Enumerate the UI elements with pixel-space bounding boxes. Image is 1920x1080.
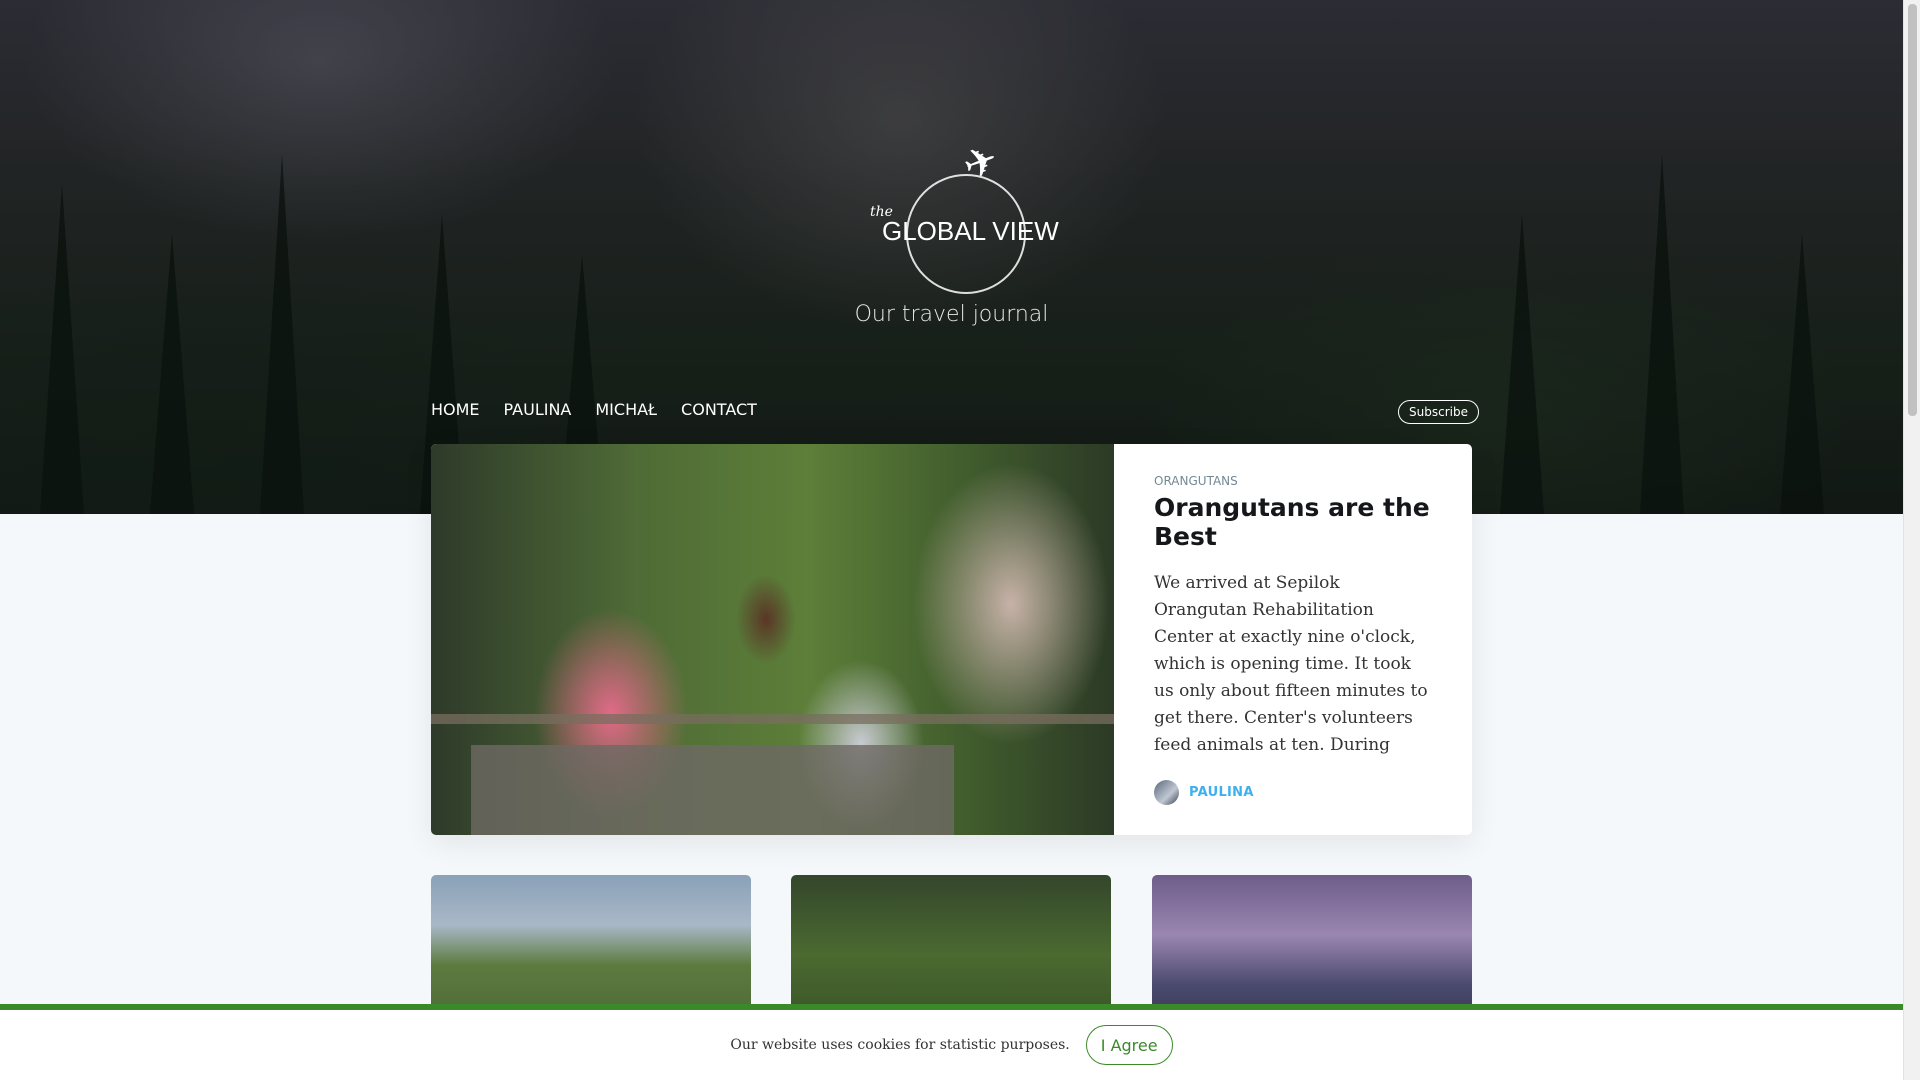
nav-paulina[interactable]: PAULINA <box>504 400 572 419</box>
featured-post-card[interactable]: ORANGUTANS Orangutans are the Best We ar… <box>431 444 1472 835</box>
tree-silhouette <box>150 234 194 514</box>
nav-home[interactable]: HOME <box>431 400 480 419</box>
subscribe-button[interactable]: Subscribe <box>1398 400 1479 424</box>
post-author[interactable]: PAULINA <box>1154 780 1254 805</box>
tree-silhouette <box>1500 214 1544 514</box>
post-tag[interactable]: ORANGUTANS <box>1154 474 1432 488</box>
author-avatar[interactable] <box>1154 780 1179 805</box>
logo-name: GLOBAL VIEW <box>882 216 1059 246</box>
post-excerpt: We arrived at Sepilok Orangutan Rehabili… <box>1154 572 1428 755</box>
cookie-banner: Our website uses cookies for statistic p… <box>0 1004 1903 1080</box>
tree-silhouette <box>260 154 304 514</box>
tree-silhouette <box>1640 154 1684 514</box>
author-name[interactable]: PAULINA <box>1189 785 1254 800</box>
nav-contact[interactable]: CONTACT <box>681 400 757 419</box>
cookie-text: Our website uses cookies for statistic p… <box>730 1037 1070 1053</box>
site-logo[interactable]: ✈ the GLOBAL VIEW <box>864 136 1059 300</box>
tree-silhouette <box>1780 234 1824 514</box>
post-title[interactable]: Orangutans are the Best <box>1154 493 1432 552</box>
cookie-agree-button[interactable]: I Agree <box>1085 1025 1173 1065</box>
scrollbar-thumb[interactable] <box>1908 4 1917 416</box>
fence-rail <box>431 714 1114 724</box>
tree-silhouette <box>40 184 84 514</box>
featured-post-body: ORANGUTANS Orangutans are the Best We ar… <box>1114 444 1472 835</box>
nav-michal[interactable]: MICHAŁ <box>595 400 657 419</box>
main-nav: HOME PAULINA MICHAŁ CONTACT <box>431 400 757 419</box>
wooden-deck <box>471 745 954 835</box>
featured-post-image[interactable] <box>431 444 1114 835</box>
page-scrollbar[interactable] <box>1903 0 1920 1080</box>
site-tagline: Our travel journal <box>854 302 1049 327</box>
